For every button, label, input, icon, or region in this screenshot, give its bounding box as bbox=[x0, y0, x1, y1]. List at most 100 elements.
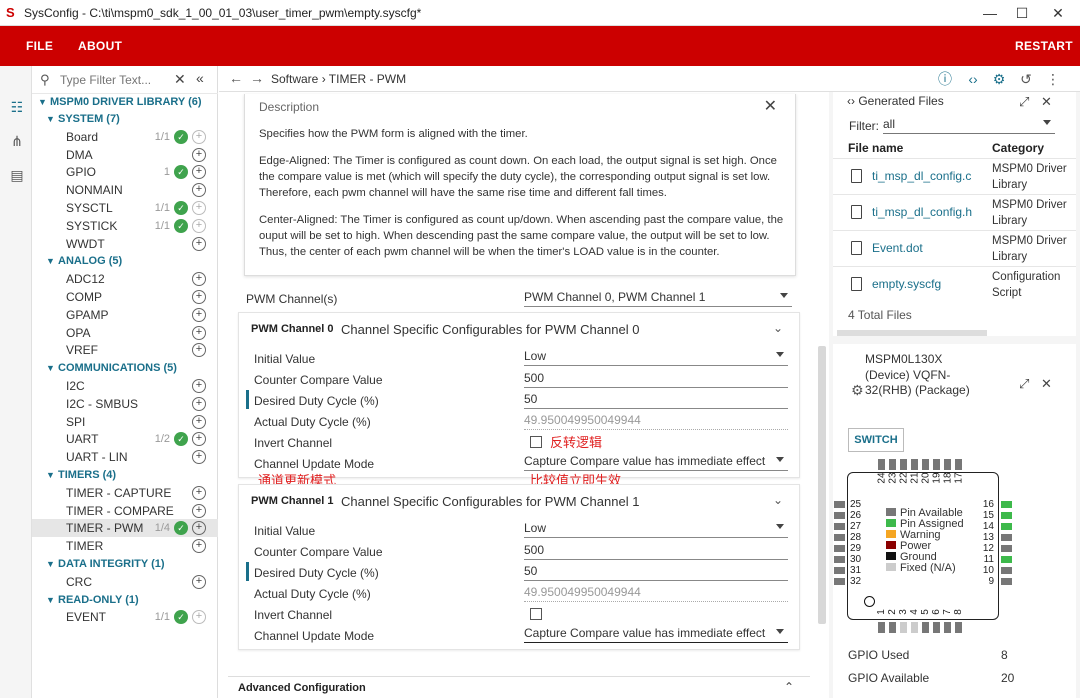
add-icon[interactable]: + bbox=[192, 307, 206, 322]
clear-filter-icon[interactable]: ✕ bbox=[174, 71, 186, 88]
tree-category[interactable]: ▼ SYSTEM (7) bbox=[32, 110, 218, 128]
pin-marker[interactable] bbox=[889, 459, 896, 470]
tree-module[interactable]: TIMER - COMPARE + bbox=[32, 502, 218, 520]
initial-value-select[interactable]: Low bbox=[524, 349, 788, 366]
pin-marker[interactable] bbox=[1001, 534, 1012, 541]
tree-category[interactable]: ▼ DATA INTEGRITY (1) bbox=[32, 555, 218, 573]
expand-icon[interactable]: ⤢ bbox=[1019, 94, 1029, 110]
close-description-icon[interactable]: ✕ bbox=[764, 96, 777, 116]
file-row[interactable]: empty.syscfg Configuration Script bbox=[833, 266, 1076, 302]
tree-module[interactable]: TIMER - CAPTURE + bbox=[32, 484, 218, 502]
pin-marker[interactable] bbox=[834, 567, 845, 574]
tree-module[interactable]: TIMER + bbox=[32, 537, 218, 555]
pin-marker[interactable] bbox=[1001, 578, 1012, 585]
add-icon[interactable]: + bbox=[192, 147, 206, 162]
switch-button[interactable]: SWITCH bbox=[848, 428, 904, 452]
tree-module[interactable]: SYSCTL 1/1 ✓ + bbox=[32, 199, 218, 217]
file-row[interactable]: Event.dot MSPM0 Driver Library bbox=[833, 230, 1076, 266]
file-menu[interactable]: FILE bbox=[26, 39, 53, 53]
close-window-icon[interactable]: ✕ bbox=[1036, 2, 1080, 24]
tree-module[interactable]: I2C - SMBUS + bbox=[32, 395, 218, 413]
file-name[interactable]: ti_msp_dl_config.h bbox=[872, 205, 972, 219]
file-name[interactable]: ti_msp_dl_config.c bbox=[872, 169, 971, 183]
tree-category[interactable]: ▼ ANALOG (5) bbox=[32, 252, 218, 270]
modules-view-icon[interactable]: ☷ bbox=[8, 98, 26, 116]
pin-marker[interactable] bbox=[1001, 567, 1012, 574]
info-icon[interactable]: ⓘ bbox=[935, 69, 955, 89]
restart-button[interactable]: RESTART bbox=[1015, 39, 1073, 53]
tree-module[interactable]: NONMAIN + bbox=[32, 181, 218, 199]
pwm-channels-select[interactable]: PWM Channel 0, PWM Channel 1 bbox=[524, 290, 792, 307]
tree-module[interactable]: ADC12 + bbox=[32, 270, 218, 288]
pin-marker[interactable] bbox=[922, 622, 929, 633]
desired-duty-input[interactable]: 50 bbox=[524, 564, 788, 581]
add-icon[interactable]: + bbox=[192, 521, 206, 536]
file-row[interactable]: ti_msp_dl_config.h MSPM0 Driver Library bbox=[833, 194, 1076, 230]
file-name[interactable]: Event.dot bbox=[872, 241, 923, 255]
file-name[interactable]: empty.syscfg bbox=[872, 277, 941, 291]
pin-marker[interactable] bbox=[911, 459, 918, 470]
tree-module[interactable]: SPI + bbox=[32, 413, 218, 431]
history-icon[interactable]: ↺ bbox=[1016, 69, 1036, 89]
file-filter-select[interactable]: all bbox=[883, 117, 1055, 134]
pin-marker[interactable] bbox=[944, 622, 951, 633]
tree-category[interactable]: ▼ TIMERS (4) bbox=[32, 466, 218, 484]
expand-icon[interactable]: ⤢ bbox=[1019, 376, 1029, 392]
pin-marker[interactable] bbox=[834, 556, 845, 563]
pin-marker[interactable] bbox=[878, 622, 885, 633]
back-arrow-icon[interactable]: ← bbox=[229, 70, 243, 86]
tree-module[interactable]: OPA + bbox=[32, 324, 218, 342]
pin-marker[interactable] bbox=[911, 622, 918, 633]
main-scrollbar[interactable] bbox=[818, 346, 826, 624]
add-icon[interactable]: + bbox=[192, 201, 206, 215]
tree-category[interactable]: ▼ READ-ONLY (1) bbox=[32, 591, 218, 609]
invert-channel-checkbox[interactable] bbox=[530, 436, 542, 448]
add-icon[interactable]: + bbox=[192, 610, 206, 625]
add-icon[interactable]: + bbox=[192, 236, 206, 251]
add-icon[interactable]: + bbox=[192, 503, 206, 518]
pin-marker[interactable] bbox=[834, 501, 845, 508]
pin-marker[interactable] bbox=[834, 534, 845, 541]
more-menu-icon[interactable]: ⋮ bbox=[1043, 69, 1063, 89]
board-view-icon[interactable]: ▤ bbox=[8, 166, 26, 184]
close-panel-icon[interactable]: ✕ bbox=[1041, 376, 1052, 392]
tree-module[interactable]: VREF + bbox=[32, 341, 218, 359]
advanced-configuration-header[interactable]: Advanced Configuration ⌃ bbox=[228, 676, 810, 698]
add-icon[interactable]: + bbox=[192, 485, 206, 500]
about-menu[interactable]: ABOUT bbox=[78, 39, 122, 53]
add-icon[interactable]: + bbox=[192, 290, 206, 304]
update-mode-select[interactable]: Capture Compare value has immediate effe… bbox=[524, 454, 788, 471]
add-icon[interactable]: + bbox=[192, 539, 206, 554]
code-view-icon[interactable]: ‹› bbox=[963, 69, 983, 89]
tree-module[interactable]: GPIO 1 ✓ + bbox=[32, 163, 218, 181]
add-icon[interactable]: + bbox=[192, 574, 206, 589]
pin-marker[interactable] bbox=[878, 459, 885, 470]
pin-marker[interactable] bbox=[1001, 556, 1012, 563]
hierarchy-view-icon[interactable]: ⋔ bbox=[8, 132, 26, 150]
pin-marker[interactable] bbox=[922, 459, 929, 470]
pin-marker[interactable] bbox=[944, 459, 951, 470]
add-icon[interactable]: + bbox=[192, 129, 206, 144]
tree-module[interactable]: SYSTICK 1/1 ✓ + bbox=[32, 217, 218, 235]
tree-category[interactable]: ▼ COMMUNICATIONS (5) bbox=[32, 359, 218, 377]
desired-duty-input[interactable]: 50 bbox=[524, 392, 788, 409]
pin-marker[interactable] bbox=[955, 622, 962, 633]
tree-module[interactable]: TIMER - PWM 1/4 ✓ + bbox=[32, 519, 218, 538]
initial-value-select[interactable]: Low bbox=[524, 521, 788, 538]
add-icon[interactable]: + bbox=[192, 165, 206, 180]
add-icon[interactable]: + bbox=[192, 272, 206, 287]
tree-module[interactable]: DMA + bbox=[32, 146, 218, 164]
file-row[interactable]: ti_msp_dl_config.c MSPM0 Driver Library bbox=[833, 158, 1076, 194]
chip-view-icon[interactable]: ⚙ bbox=[989, 69, 1009, 89]
pin-marker[interactable] bbox=[1001, 512, 1012, 519]
horizontal-scrollbar[interactable] bbox=[837, 330, 987, 336]
tree-module[interactable]: CRC + bbox=[32, 573, 218, 591]
tree-module[interactable]: UART 1/2 ✓ + bbox=[32, 430, 218, 448]
tree-module[interactable]: WWDT + bbox=[32, 235, 218, 253]
collapse-sidebar-icon[interactable]: « bbox=[196, 70, 204, 86]
pin-marker[interactable] bbox=[955, 459, 962, 470]
tree-module[interactable]: UART - LIN + bbox=[32, 448, 218, 466]
tree-module[interactable]: GPAMP + bbox=[32, 306, 218, 324]
pin-marker[interactable] bbox=[834, 512, 845, 519]
collapse-channel-1-icon[interactable]: ⌄ bbox=[773, 493, 783, 507]
